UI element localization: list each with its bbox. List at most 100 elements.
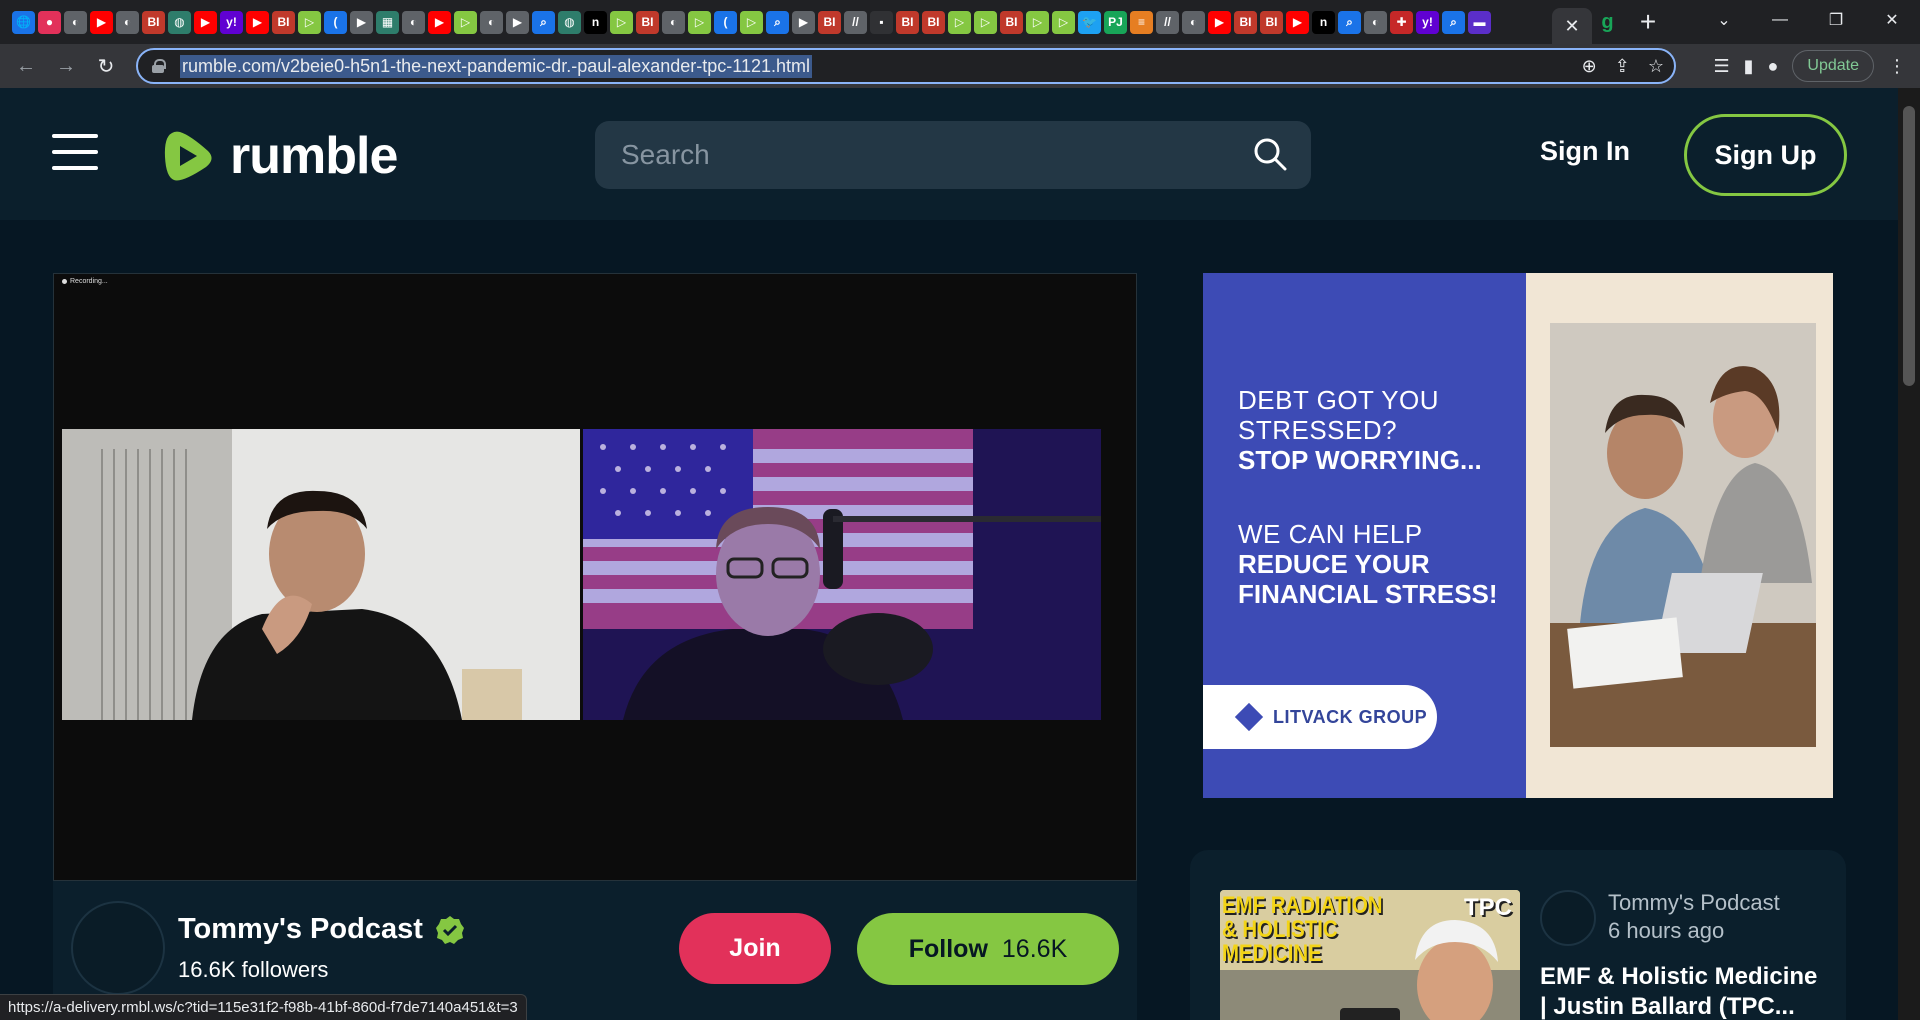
follow-button[interactable]: Follow 16.6K bbox=[857, 913, 1119, 985]
tab-favicon[interactable]: BI bbox=[142, 10, 165, 34]
tab-favicon[interactable]: 🌐 bbox=[12, 10, 35, 34]
address-bar[interactable]: rumble.com/v2beie0-h5n1-the-next-pandemi… bbox=[136, 48, 1676, 84]
page-scrollbar[interactable] bbox=[1898, 88, 1920, 1020]
tab-favicon[interactable]: ▷ bbox=[740, 10, 763, 34]
sign-in-link[interactable]: Sign In bbox=[1540, 136, 1630, 167]
reload-icon[interactable]: ↻ bbox=[86, 46, 126, 86]
tab-favicon[interactable]: BI bbox=[1234, 10, 1257, 34]
channel-avatar[interactable] bbox=[71, 901, 165, 995]
tab-favicon[interactable]: ⌕ bbox=[532, 10, 555, 34]
zoom-icon[interactable]: ⊕ bbox=[1582, 56, 1597, 77]
verified-badge-icon bbox=[436, 916, 464, 944]
url-text[interactable]: rumble.com/v2beie0-h5n1-the-next-pandemi… bbox=[180, 54, 812, 78]
tab-favicon[interactable]: ◐ bbox=[1364, 10, 1387, 34]
related-video-thumbnail[interactable]: EMF RADIATION & HOLISTIC MEDICINE TPC bbox=[1220, 890, 1520, 1020]
tab-favicon[interactable]: BI bbox=[818, 10, 841, 34]
join-button[interactable]: Join bbox=[679, 913, 831, 984]
tab-favicon[interactable]: ◐ bbox=[64, 10, 87, 34]
profile-icon[interactable]: ● bbox=[1768, 56, 1779, 77]
tab-favicon[interactable]: ( bbox=[324, 10, 347, 34]
sign-up-button[interactable]: Sign Up bbox=[1684, 114, 1847, 196]
tab-search-icon[interactable]: ⌄ bbox=[1696, 0, 1752, 40]
tab-favicon[interactable]: ▶ bbox=[246, 10, 269, 34]
video-player[interactable]: Recording... bbox=[53, 273, 1137, 881]
lock-icon[interactable] bbox=[152, 59, 166, 73]
scrollbar-thumb[interactable] bbox=[1903, 106, 1915, 386]
forward-icon[interactable]: → bbox=[46, 46, 86, 86]
tab-favicon[interactable]: ◍ bbox=[558, 10, 581, 34]
tab-favicon[interactable]: g bbox=[1596, 11, 1619, 34]
tab-favicon[interactable]: ◐ bbox=[480, 10, 503, 34]
related-channel-avatar[interactable] bbox=[1540, 890, 1596, 946]
tab-favicon[interactable]: BI bbox=[896, 10, 919, 34]
minimize-icon[interactable]: — bbox=[1752, 0, 1808, 40]
tab-favicon[interactable]: ▶ bbox=[792, 10, 815, 34]
tab-favicon[interactable]: ◐ bbox=[1182, 10, 1205, 34]
advertisement-banner[interactable]: DEBT GOT YOU STRESSED? STOP WORRYING... … bbox=[1203, 273, 1833, 798]
tab-favicon[interactable]: ⌕ bbox=[766, 10, 789, 34]
share-icon[interactable]: ⇪ bbox=[1615, 56, 1630, 77]
related-video-title[interactable]: EMF & Holistic Medicine | Justin Ballard… bbox=[1540, 962, 1830, 1020]
side-panel-icon[interactable]: ▮ bbox=[1744, 56, 1754, 77]
tab-favicon[interactable]: ▶ bbox=[506, 10, 529, 34]
tab-favicon[interactable]: ▶ bbox=[194, 10, 217, 34]
browser-menu-icon[interactable]: ⋮ bbox=[1888, 56, 1906, 77]
hamburger-menu-icon[interactable] bbox=[52, 134, 98, 170]
video-feed-host bbox=[583, 429, 1101, 720]
tab-favicon[interactable]: // bbox=[844, 10, 867, 34]
tab-favicon[interactable]: ▪ bbox=[870, 10, 893, 34]
tab-favicon[interactable]: ▷ bbox=[948, 10, 971, 34]
tab-favicon[interactable]: ▦ bbox=[376, 10, 399, 34]
tab-favicon[interactable]: ▷ bbox=[688, 10, 711, 34]
tab-favicon[interactable]: ≡ bbox=[1130, 10, 1153, 34]
tab-close-icon[interactable]: ✕ bbox=[1564, 16, 1579, 37]
back-icon[interactable]: ← bbox=[6, 46, 46, 86]
tab-favicon[interactable]: PJ bbox=[1104, 10, 1127, 34]
search-icon[interactable] bbox=[1253, 137, 1287, 171]
tab-favicon[interactable]: ▷ bbox=[1052, 10, 1075, 34]
tab-favicon[interactable]: ▷ bbox=[610, 10, 633, 34]
tab-favicon[interactable]: BI bbox=[1000, 10, 1023, 34]
bookmark-star-icon[interactable]: ☆ bbox=[1648, 56, 1664, 77]
tab-favicon[interactable]: ◐ bbox=[402, 10, 425, 34]
tab-favicon[interactable]: ◍ bbox=[168, 10, 191, 34]
update-button[interactable]: Update bbox=[1792, 50, 1874, 82]
tab-favicon[interactable]: ▶ bbox=[428, 10, 451, 34]
tab-favicon[interactable]: ▬ bbox=[1468, 10, 1491, 34]
tab-favicon[interactable]: ▶ bbox=[1208, 10, 1231, 34]
tab-favicon[interactable]: y! bbox=[1416, 10, 1439, 34]
tab-favicon[interactable]: ◐ bbox=[662, 10, 685, 34]
tab-favicon[interactable]: BI bbox=[272, 10, 295, 34]
tab-favicon[interactable]: y! bbox=[220, 10, 243, 34]
tab-favicon[interactable]: ✚ bbox=[1390, 10, 1413, 34]
tab-favicon[interactable]: n bbox=[1312, 10, 1335, 34]
close-window-icon[interactable]: ✕ bbox=[1864, 0, 1920, 40]
tab-favicon[interactable]: // bbox=[1156, 10, 1179, 34]
channel-name[interactable]: Tommy's Podcast bbox=[178, 913, 423, 946]
tab-favicon[interactable]: n bbox=[584, 10, 607, 34]
restore-icon[interactable]: ❐ bbox=[1808, 0, 1864, 40]
reading-list-icon[interactable]: ☰ bbox=[1713, 56, 1729, 77]
tab-favicon[interactable]: BI bbox=[1260, 10, 1283, 34]
tab-favicon[interactable]: ⌕ bbox=[1338, 10, 1361, 34]
tab-favicon[interactable]: BI bbox=[636, 10, 659, 34]
tab-favicon[interactable]: BI bbox=[922, 10, 945, 34]
tab-favicon[interactable]: ( bbox=[714, 10, 737, 34]
tab-favicon[interactable]: ▷ bbox=[1026, 10, 1049, 34]
tab-favicon[interactable]: ▷ bbox=[454, 10, 477, 34]
tab-favicon[interactable]: ● bbox=[38, 10, 61, 34]
tab-favicon[interactable]: ▶ bbox=[350, 10, 373, 34]
search-box[interactable] bbox=[595, 121, 1311, 189]
tab-favicon[interactable]: ⌕ bbox=[1442, 10, 1465, 34]
tab-favicon[interactable]: ▶ bbox=[90, 10, 113, 34]
tab-favicon[interactable]: ▶ bbox=[1286, 10, 1309, 34]
related-channel-name[interactable]: Tommy's Podcast bbox=[1608, 890, 1780, 916]
rumble-logo[interactable]: rumble bbox=[160, 126, 398, 186]
tab-favicon[interactable]: 🐦 bbox=[1078, 10, 1101, 34]
tab-favicon[interactable]: ◐ bbox=[116, 10, 139, 34]
active-tab[interactable]: ✕ bbox=[1552, 8, 1592, 44]
search-input[interactable] bbox=[621, 139, 1221, 171]
tab-favicon[interactable]: ▷ bbox=[298, 10, 321, 34]
new-tab-button[interactable]: + bbox=[1633, 6, 1663, 38]
tab-favicon[interactable]: ▷ bbox=[974, 10, 997, 34]
